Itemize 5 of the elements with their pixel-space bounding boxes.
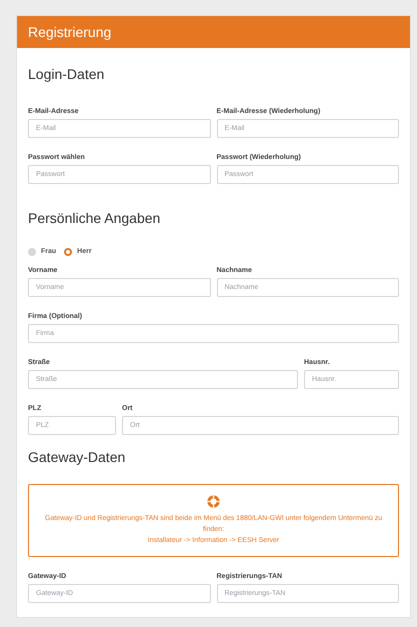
- header-title: Registrierung: [28, 22, 112, 42]
- section-title: Login-Daten: [28, 65, 106, 84]
- lifebuoy-icon: [207, 494, 220, 508]
- section-title: Persönliche Angaben: [28, 209, 162, 228]
- section-title: Gateway-Daten: [28, 448, 126, 467]
